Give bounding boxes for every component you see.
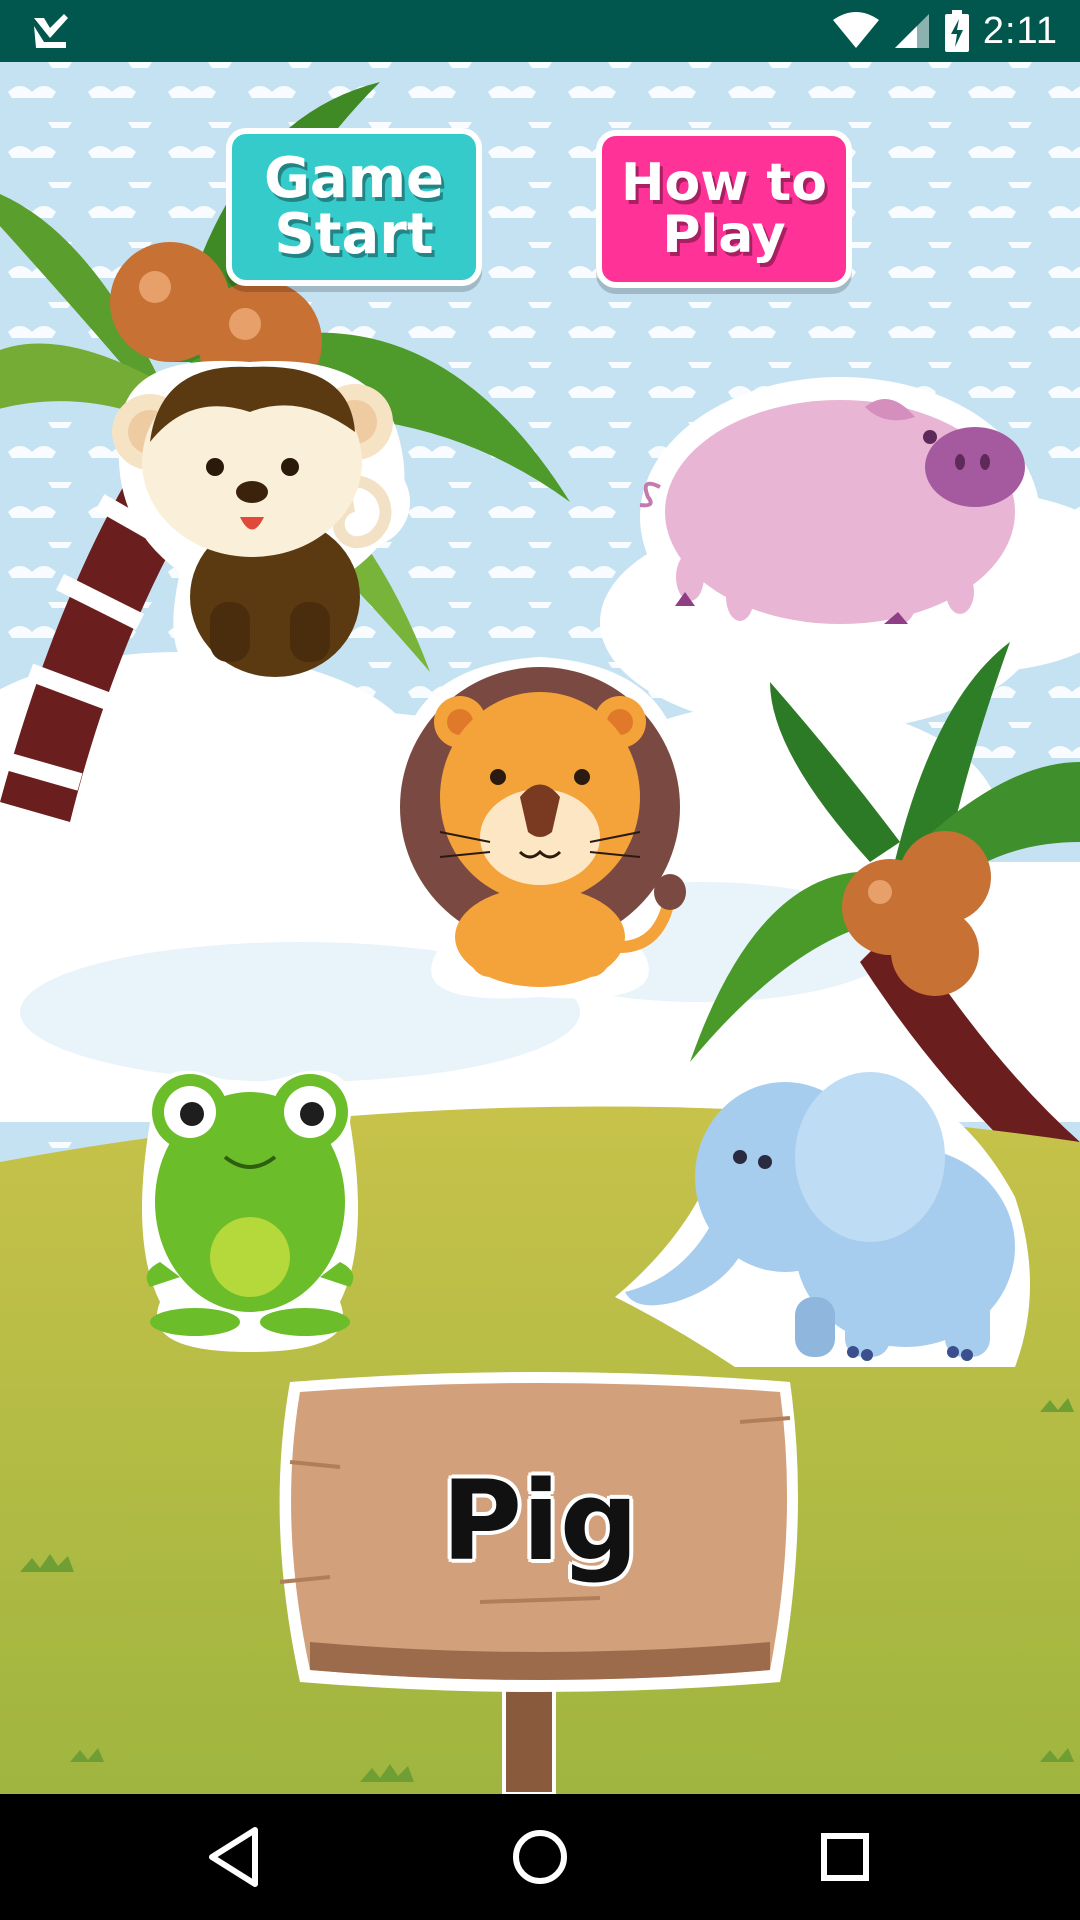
wifi-icon xyxy=(832,12,879,48)
battery-charging-icon xyxy=(944,10,969,52)
lion-animal[interactable] xyxy=(380,647,700,1007)
monkey-animal[interactable] xyxy=(100,352,420,682)
navigation-bar xyxy=(0,1794,1080,1920)
frog-animal[interactable] xyxy=(130,1062,370,1362)
how-to-play-button[interactable]: How to Play xyxy=(596,130,852,288)
app-notification-icon xyxy=(34,14,68,48)
cell-signal-icon xyxy=(894,14,929,48)
game-screen: Game Start How to Play Pig xyxy=(0,62,1080,1794)
game-start-line1: Game xyxy=(263,146,445,211)
how-to-play-line1: How to xyxy=(621,153,827,213)
back-icon[interactable] xyxy=(200,1822,270,1892)
elephant-animal[interactable] xyxy=(615,1047,1035,1377)
home-icon[interactable] xyxy=(505,1822,575,1892)
game-start-line2: Start xyxy=(274,202,434,267)
status-bar: 2:11 xyxy=(0,0,1080,62)
pig-animal[interactable] xyxy=(630,367,1040,657)
game-start-button[interactable]: Game Start xyxy=(226,128,482,286)
how-to-play-line2: Play xyxy=(662,205,786,265)
animal-name-label: Pig xyxy=(441,1457,639,1585)
status-time: 2:11 xyxy=(982,9,1058,52)
recents-icon[interactable] xyxy=(810,1822,880,1892)
